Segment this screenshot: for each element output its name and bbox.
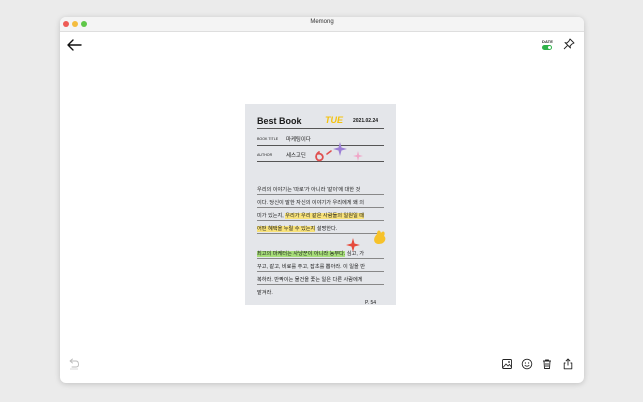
line-rule [257, 220, 384, 221]
text-segment: 우리의 이야기는 '따로'가 아니라 '같이'에 대한 것 [257, 187, 361, 193]
pin-icon[interactable] [563, 38, 575, 50]
card-title: Best Book [257, 116, 302, 126]
text-line: 이다. 당신이 말한 자신의 이야기가 우리에게 왜 의 [257, 199, 364, 206]
book-title-label: BOOK TITLE [257, 137, 279, 141]
text-segment: 복하라. 반짝이는 물건을 좇는 일은 다른 사람에게 [257, 277, 363, 283]
back-arrow-icon[interactable] [66, 38, 82, 52]
text-line: 최고의 마케터는 사냥꾼이 아니라 농부다. 심고, 가 [257, 250, 364, 257]
text-segment: 맡겨라. [257, 290, 273, 296]
highlighted-text: 우리가 우리 같은 사람들의 일원일 때 [285, 213, 364, 219]
trash-icon[interactable] [541, 358, 553, 370]
text-line: 맡겨라. [257, 289, 273, 296]
undo-icon[interactable] [68, 358, 80, 370]
line-rule [257, 284, 384, 285]
day-badge: TUE [325, 115, 343, 125]
memo-card: Best Book TUE 2021.02.24 BOOK TITLE 마케팅이… [245, 104, 396, 306]
highlighted-text: 최고의 마케터는 사냥꾼이 아니라 농부다. [257, 251, 346, 257]
emoji-icon[interactable] [521, 358, 533, 370]
text-line: 미가 있는지, 우리가 우리 같은 사람들의 일원일 때 [257, 212, 364, 219]
page-number: P. 54 [365, 300, 377, 306]
line-rule [257, 258, 384, 259]
date-toggle[interactable]: DATE [542, 39, 556, 53]
line-rule [257, 271, 384, 272]
highlighted-text: 어떤 혜택을 누릴 수 있는지 [257, 226, 316, 232]
text-segment: 심고, 가 [345, 251, 364, 257]
text-segment: 이다. 당신이 말한 자신의 이야기가 우리에게 왜 의 [257, 200, 364, 206]
toggle-knob [548, 46, 551, 49]
divider [257, 128, 384, 129]
date-toggle-switch[interactable] [542, 45, 552, 50]
title-bar: Memong [60, 17, 584, 32]
text-segment: 미가 있는지, [257, 213, 286, 219]
text-segment: 설명한다. [315, 226, 338, 232]
author-value: 세스고딘 [286, 153, 306, 159]
line-rule [257, 207, 384, 208]
window-title: Memong [310, 19, 334, 25]
text-segment: 꾸고, 같고, 비료를 주고, 잡초를 뽑아라. 이 일을 반 [257, 264, 365, 270]
line-rule [257, 194, 384, 195]
text-line: 어떤 혜택을 누릴 수 있는지 설명한다. [257, 225, 337, 232]
share-icon[interactable] [562, 358, 574, 370]
text-line: 우리의 이야기는 '따로'가 아니라 '같이'에 대한 것 [257, 186, 360, 193]
sticker-decorations [315, 142, 363, 162]
text-line: 복하라. 반짝이는 물건을 좇는 일은 다른 사람에게 [257, 276, 363, 283]
image-icon[interactable] [501, 358, 513, 370]
book-title-value: 마케팅이다 [286, 137, 311, 143]
text-line: 꾸고, 같고, 비료를 주고, 잡초를 뽑아라. 이 일을 반 [257, 263, 365, 270]
date-toggle-label: DATE [542, 39, 553, 44]
app-window: Memong DATE Best Book TUE 2021.02.24 BOO… [60, 17, 584, 383]
card-date: 2021.02.24 [353, 118, 379, 124]
author-label: AUTHOR [257, 153, 273, 157]
